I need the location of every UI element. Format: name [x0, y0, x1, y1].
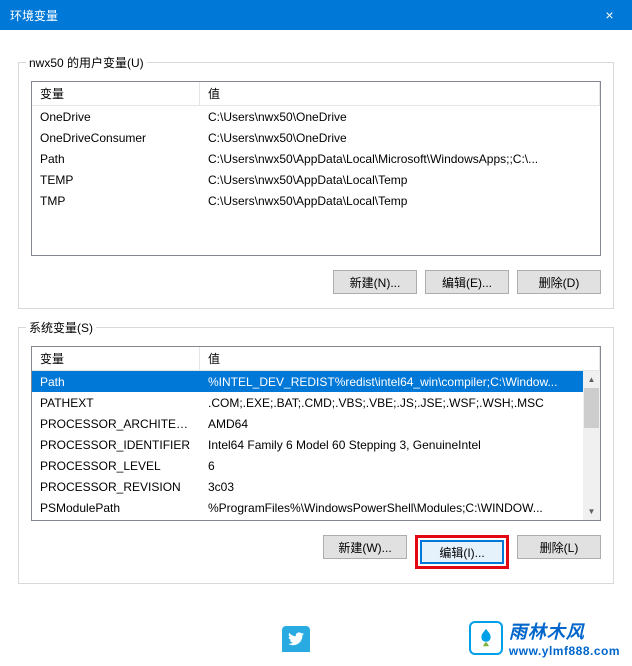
table-row[interactable]: TEMPC:\Users\nwx50\AppData\Local\Temp [32, 169, 600, 190]
table-row[interactable]: PROCESSOR_IDENTIFIERIntel64 Family 6 Mod… [32, 434, 600, 455]
system-edit-button[interactable]: 编辑(I)... [420, 540, 504, 564]
user-edit-button[interactable]: 编辑(E)... [425, 270, 509, 294]
table-row[interactable]: OneDriveConsumerC:\Users\nwx50\OneDrive [32, 127, 600, 148]
user-variables-group: nwx50 的用户变量(U) 变量 值 OneDriveC:\Users\nwx… [18, 62, 614, 309]
system-button-row: 新建(W)... 编辑(I)... 删除(L) [31, 535, 601, 569]
table-row[interactable]: PROCESSOR_LEVEL6 [32, 455, 600, 476]
user-new-button[interactable]: 新建(N)... [333, 270, 417, 294]
table-header: 变量 值 [32, 347, 600, 371]
titlebar: 环境变量 × [0, 0, 632, 30]
column-header-value[interactable]: 值 [200, 347, 600, 370]
highlight-annotation: 编辑(I)... [415, 535, 509, 569]
system-delete-button[interactable]: 删除(L) [517, 535, 601, 559]
window-title: 环境变量 [10, 7, 58, 24]
scroll-up-icon[interactable]: ▲ [583, 371, 600, 388]
table-row[interactable]: PathC:\Users\nwx50\AppData\Local\Microso… [32, 148, 600, 169]
user-delete-button[interactable]: 删除(D) [517, 270, 601, 294]
table-row[interactable]: PATHEXT.COM;.EXE;.BAT;.CMD;.VBS;.VBE;.JS… [32, 392, 600, 413]
scrollbar-vertical[interactable]: ▲ ▼ [583, 371, 600, 520]
small-badge-icon [282, 626, 310, 652]
close-button[interactable]: × [587, 0, 632, 30]
system-variables-group: 系统变量(S) 变量 值 Path%INTEL_DEV_REDIST%redis… [18, 327, 614, 584]
watermark-brand: 雨林木风 [509, 618, 620, 644]
table-row[interactable]: PROCESSOR_ARCHITECT...AMD64 [32, 413, 600, 434]
watermark: 雨林木风 www.ylmf888.com [469, 618, 620, 658]
close-icon: × [605, 7, 613, 23]
user-variables-label: nwx50 的用户变量(U) [26, 54, 147, 71]
table-header: 变量 值 [32, 82, 600, 106]
table-row[interactable]: OneDriveC:\Users\nwx50\OneDrive [32, 106, 600, 127]
watermark-text: 雨林木风 www.ylmf888.com [509, 618, 620, 658]
table-row[interactable]: PROCESSOR_REVISION3c03 [32, 476, 600, 497]
column-header-variable[interactable]: 变量 [32, 82, 200, 105]
table-row[interactable]: TMPC:\Users\nwx50\AppData\Local\Temp [32, 190, 600, 211]
user-variables-table[interactable]: 变量 值 OneDriveC:\Users\nwx50\OneDrive One… [31, 81, 601, 256]
scrollbar-thumb[interactable] [584, 388, 599, 428]
scroll-down-icon[interactable]: ▼ [583, 503, 600, 520]
column-header-variable[interactable]: 变量 [32, 347, 200, 370]
table-row[interactable]: PSModulePath%ProgramFiles%\WindowsPowerS… [32, 497, 600, 518]
system-variables-table[interactable]: 变量 值 Path%INTEL_DEV_REDIST%redist\intel6… [31, 346, 601, 521]
system-new-button[interactable]: 新建(W)... [323, 535, 407, 559]
system-variables-label: 系统变量(S) [26, 319, 96, 336]
watermark-logo-icon [469, 621, 503, 655]
column-header-value[interactable]: 值 [200, 82, 600, 105]
watermark-url: www.ylmf888.com [509, 644, 620, 658]
dialog-content: nwx50 的用户变量(U) 变量 值 OneDriveC:\Users\nwx… [0, 30, 632, 598]
user-variables-body: OneDriveC:\Users\nwx50\OneDrive OneDrive… [32, 106, 600, 211]
system-variables-body: Path%INTEL_DEV_REDIST%redist\intel64_win… [32, 371, 600, 518]
table-row[interactable]: Path%INTEL_DEV_REDIST%redist\intel64_win… [32, 371, 600, 392]
user-button-row: 新建(N)... 编辑(E)... 删除(D) [31, 270, 601, 294]
